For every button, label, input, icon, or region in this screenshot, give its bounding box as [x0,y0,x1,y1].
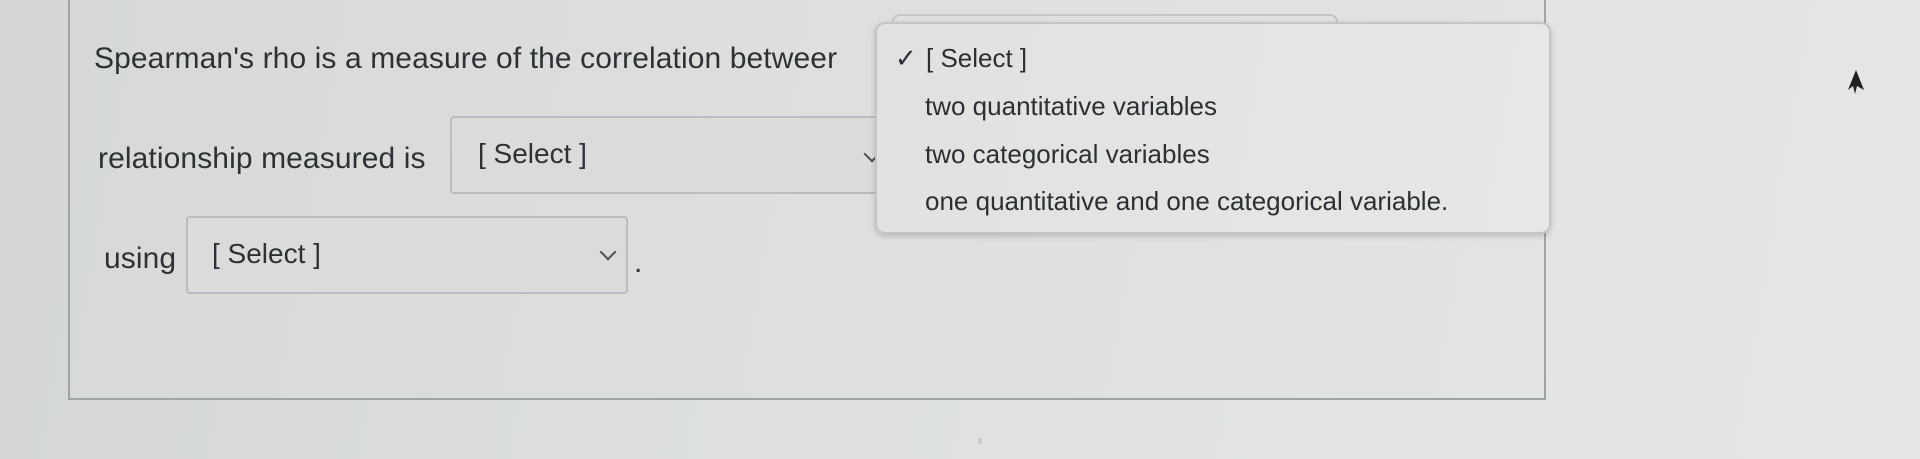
chevron-down-icon [599,243,617,261]
dropdown-option-two-categorical[interactable]: two categorical variables [925,139,1210,170]
using-select-value: [ Select ] [212,238,321,269]
dropdown-option-two-quantitative[interactable]: two quantitative variables [925,91,1217,122]
question-text-line1: Spearman's rho is a measure of the corre… [94,42,838,75]
question-text-line2: relationship measured is [98,142,426,175]
dropdown-option-one-quantitative-one-categorical[interactable]: one quantitative and one categorical var… [925,186,1448,217]
check-icon: ✓ [895,43,917,73]
using-select[interactable]: [ Select ] [186,216,628,294]
relationship-select[interactable]: [ Select ] [450,116,890,194]
dropdown-option-select[interactable]: [ Select ] [926,43,1027,74]
question-text-line3: using [104,242,177,275]
mouse-cursor-icon [1848,70,1864,94]
sentence-period: . [634,246,643,279]
relationship-select-value: [ Select ] [478,138,587,169]
screen-speck [978,438,982,444]
